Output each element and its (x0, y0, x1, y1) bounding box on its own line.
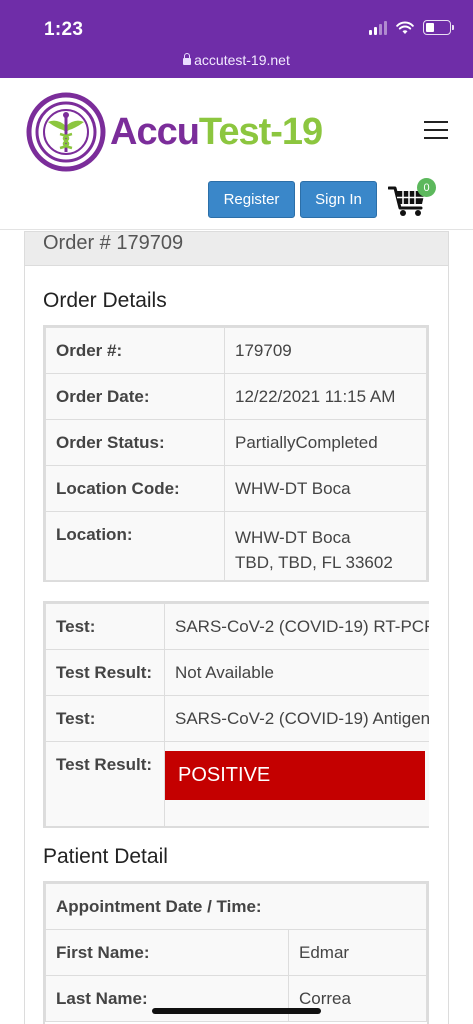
row-label: Appointment Date / Time: (45, 883, 427, 930)
positive-result-badge: POSITIVE (165, 751, 425, 800)
logo-caduceus-icon (26, 92, 106, 172)
row-label: Test Result: (45, 741, 165, 826)
row-label: Test Result: (45, 649, 165, 696)
table-row: Test: SARS-CoV-2 (COVID-19) RT-PCR (45, 603, 429, 650)
row-value: Not Available (164, 649, 429, 696)
row-label: Test: (45, 603, 165, 650)
order-details-table: Order #: 179709 Order Date: 12/22/2021 1… (45, 327, 427, 581)
table-row: Order #: 179709 (45, 327, 427, 374)
table-row: Location: WHW-DT Boca TBD, TBD, FL 33602 (45, 511, 427, 581)
row-label: Order Date: (45, 373, 225, 420)
patient-detail-box: Appointment Date / Time: First Name: Edm… (43, 881, 429, 1024)
row-label: Last Name: (45, 975, 289, 1022)
row-value: 12/22/2021 11:15 AM (224, 373, 427, 420)
home-indicator[interactable] (152, 1008, 321, 1014)
row-label: Test: (45, 695, 165, 742)
status-time: 1:23 (44, 19, 84, 40)
row-value: PartiallyCompleted (224, 419, 427, 466)
wifi-icon (396, 21, 414, 34)
table-row: Appointment Date / Time: (45, 883, 427, 930)
patient-detail-title: Patient Detail (43, 845, 168, 868)
order-details-title: Order Details (43, 289, 167, 312)
row-label: Order #: (45, 327, 225, 374)
row-value: WHW-DT Boca (224, 465, 427, 512)
order-header: Order # 179709 (25, 232, 448, 266)
row-value: Edmar (288, 929, 427, 976)
order-details-box: Order #: 179709 Order Date: 12/22/2021 1… (43, 325, 429, 582)
row-value: SARS-CoV-2 (COVID-19) Antigen (164, 695, 429, 742)
site-header: AccuTest-19 Register Sign In 0 (0, 78, 473, 230)
battery-icon (423, 20, 454, 35)
signal-icon (369, 20, 387, 35)
address-bar[interactable]: accutest-19.net (0, 52, 473, 68)
system-icons (369, 20, 454, 35)
table-row: Order Status: PartiallyCompleted (45, 419, 427, 466)
table-row: Order Date: 12/22/2021 11:15 AM (45, 373, 427, 420)
lock-icon (183, 53, 192, 65)
patient-detail-table: Appointment Date / Time: First Name: Edm… (45, 883, 427, 1022)
table-row: Test Result: POSITIVE (45, 741, 429, 826)
table-row: Location Code: WHW-DT Boca (45, 465, 427, 512)
row-label: Location: (45, 511, 225, 581)
site-logo[interactable]: AccuTest-19 (26, 92, 326, 172)
row-value: WHW-DT Boca TBD, TBD, FL 33602 (224, 511, 427, 581)
tests-scroll[interactable]: Test: SARS-CoV-2 (COVID-19) RT-PCR Test … (45, 603, 429, 826)
row-value: POSITIVE (164, 741, 429, 826)
table-row: Test: SARS-CoV-2 (COVID-19) Antigen (45, 695, 429, 742)
row-label: Location Code: (45, 465, 225, 512)
hamburger-menu-icon[interactable] (424, 121, 448, 139)
register-button[interactable]: Register (208, 181, 295, 218)
logo-text: AccuTest-19 (110, 111, 323, 153)
url-text: accutest-19.net (194, 52, 290, 68)
row-value: SARS-CoV-2 (COVID-19) RT-PCR (164, 603, 429, 650)
cart-count-badge: 0 (417, 178, 436, 197)
status-bar: 1:23 accutest-19.net (0, 0, 473, 78)
row-value: Correa (288, 975, 427, 1022)
table-row: Last Name: Correa (45, 975, 427, 1022)
table-row: First Name: Edmar (45, 929, 427, 976)
row-value: 179709 (224, 327, 427, 374)
row-label: Order Status: (45, 419, 225, 466)
tests-table: Test: SARS-CoV-2 (COVID-19) RT-PCR Test … (45, 603, 429, 826)
table-row: Test Result: Not Available (45, 649, 429, 696)
row-label: First Name: (45, 929, 289, 976)
sign-in-button[interactable]: Sign In (300, 181, 377, 218)
